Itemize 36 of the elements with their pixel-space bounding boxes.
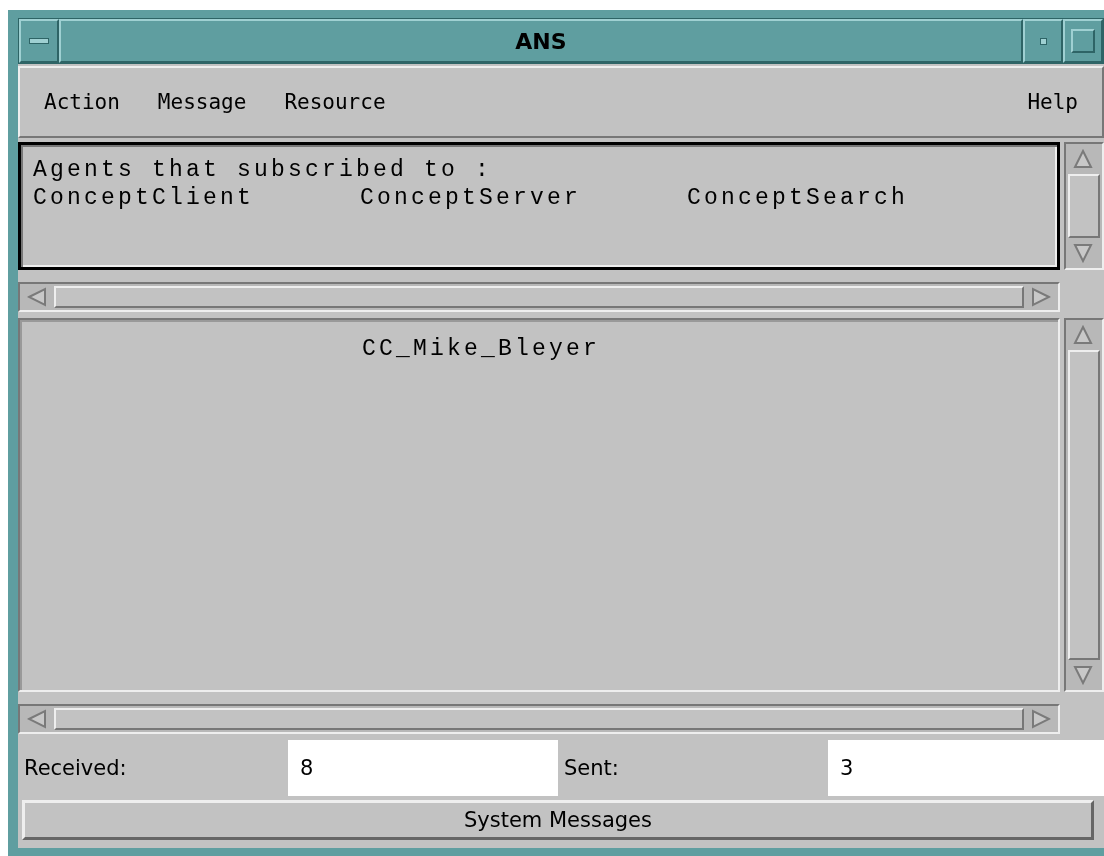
window-menu-button[interactable] bbox=[19, 19, 59, 63]
scroll-thumb[interactable] bbox=[1068, 350, 1100, 660]
scroll-thumb[interactable] bbox=[54, 286, 1024, 308]
dash-icon bbox=[29, 38, 49, 44]
triangle-down-icon bbox=[1073, 665, 1093, 685]
menu-item[interactable]: Action bbox=[44, 90, 120, 114]
agent-item[interactable]: CC_Mike_Bleyer bbox=[362, 336, 1058, 362]
menu-item[interactable]: Resource bbox=[284, 90, 386, 114]
scroll-thumb[interactable] bbox=[54, 708, 1024, 730]
triangle-up-icon bbox=[1073, 149, 1093, 169]
system-messages-button[interactable]: System Messages bbox=[22, 800, 1094, 840]
triangle-right-icon bbox=[1031, 287, 1051, 307]
topic-label: ConceptClient bbox=[33, 185, 256, 211]
horizontal-scrollbar[interactable] bbox=[18, 704, 1060, 734]
horizontal-scrollbar[interactable] bbox=[18, 282, 1060, 312]
triangle-left-icon bbox=[27, 709, 47, 729]
topic-label: ConceptServer bbox=[360, 185, 583, 211]
maximize-button[interactable] bbox=[1063, 19, 1103, 63]
vertical-scrollbar[interactable] bbox=[1064, 318, 1104, 692]
minimize-button[interactable] bbox=[1023, 19, 1063, 63]
window-title: ANS bbox=[59, 19, 1023, 63]
menu-item[interactable]: Help bbox=[1027, 90, 1078, 114]
counter-field[interactable]: 3 bbox=[828, 740, 1104, 796]
triangle-up-icon bbox=[1073, 325, 1093, 345]
triangle-right-icon bbox=[1031, 709, 1051, 729]
counter-label: Received: bbox=[23, 755, 128, 782]
panel-heading: Agents that subscribed to : bbox=[33, 157, 494, 183]
counter-field[interactable]: 8 bbox=[288, 740, 558, 796]
square-icon bbox=[1071, 29, 1095, 53]
counter-label: Sent: bbox=[563, 755, 620, 782]
vertical-scrollbar[interactable] bbox=[1064, 142, 1104, 270]
scroll-thumb[interactable] bbox=[1068, 174, 1100, 238]
topic-label: ConceptSearch bbox=[687, 185, 910, 211]
triangle-left-icon bbox=[27, 287, 47, 307]
triangle-down-icon bbox=[1073, 243, 1093, 263]
menu-item[interactable]: Message bbox=[157, 90, 247, 114]
